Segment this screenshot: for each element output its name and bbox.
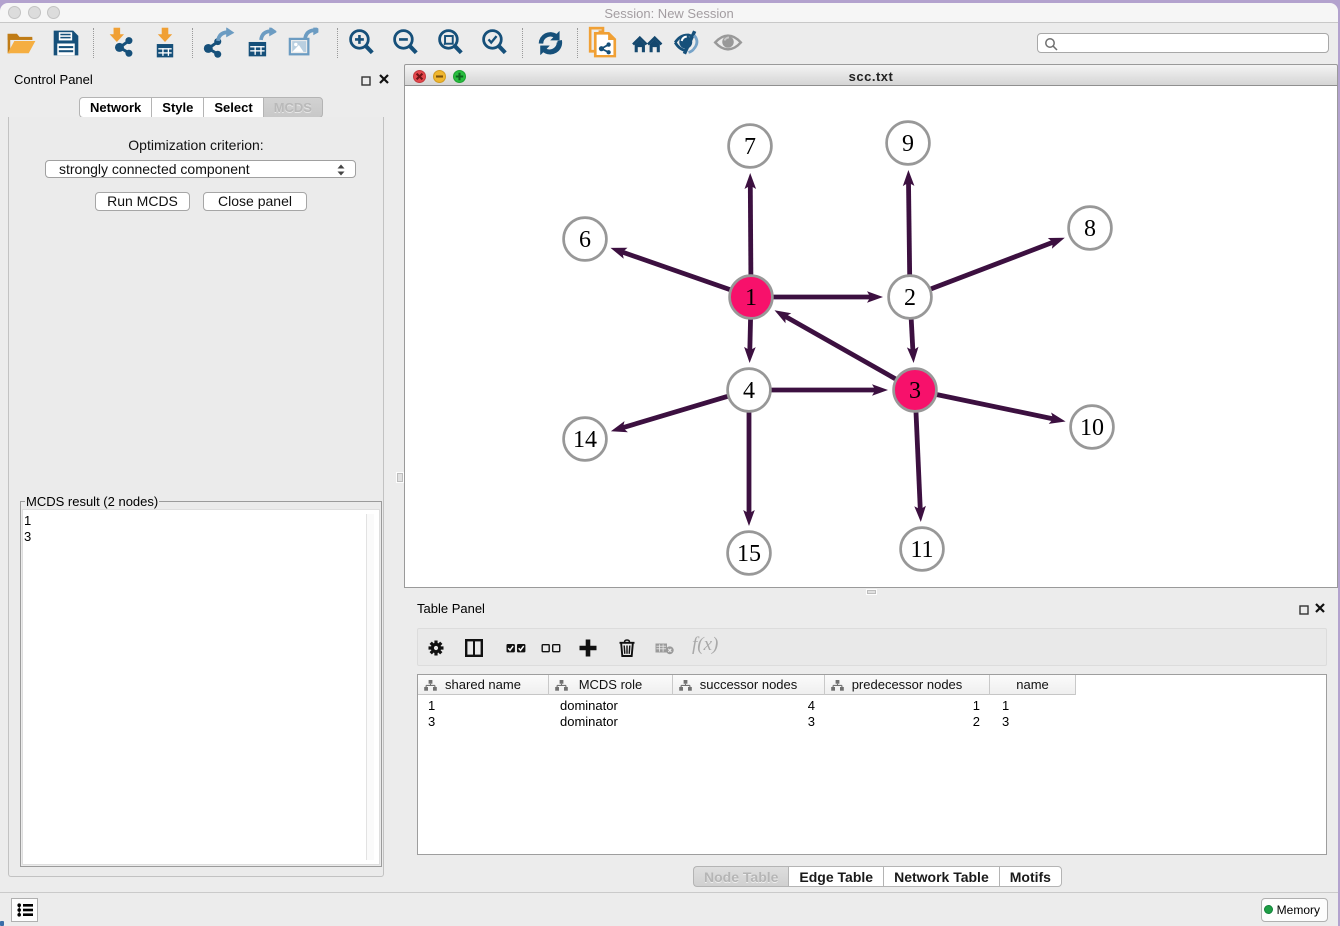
svg-text:11: 11 [910, 537, 933, 563]
svg-text:15: 15 [737, 541, 761, 567]
svg-text:1: 1 [745, 285, 757, 311]
svg-text:14: 14 [573, 427, 597, 453]
svg-text:3: 3 [909, 378, 921, 404]
svg-text:4: 4 [743, 378, 755, 404]
svg-text:6: 6 [579, 227, 591, 253]
svg-text:2: 2 [904, 285, 916, 311]
svg-text:8: 8 [1084, 216, 1096, 242]
svg-text:10: 10 [1080, 415, 1104, 441]
svg-text:9: 9 [902, 131, 914, 157]
svg-text:7: 7 [744, 134, 756, 160]
